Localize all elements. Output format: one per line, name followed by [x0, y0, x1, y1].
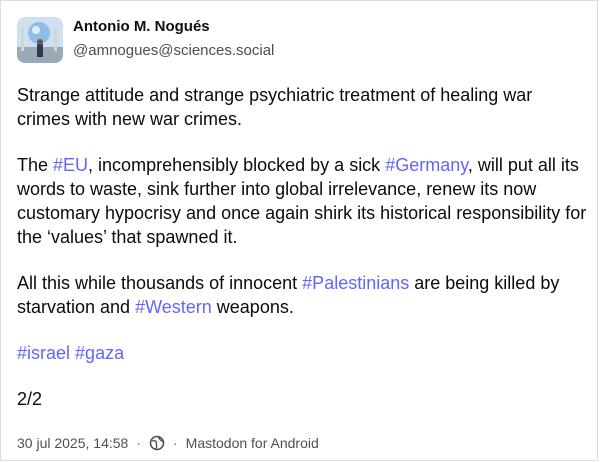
handle[interactable]: @amnogues@sciences.social — [73, 42, 274, 60]
post-meta: 30 jul 2025, 14:58 · · Mastodon for Andr… — [17, 434, 319, 452]
author-names: Antonio M. Nogués @amnogues@sciences.soc… — [73, 17, 274, 60]
hashtag-western[interactable]: #Western — [135, 297, 212, 317]
timestamp[interactable]: 30 jul 2025, 14:58 — [17, 434, 128, 452]
paragraph-1: Strange attitude and strange psychiatric… — [17, 85, 533, 129]
hashtag-germany[interactable]: #Germany — [385, 155, 468, 175]
paragraph-4: #israel #gaza — [17, 341, 587, 365]
paragraph-5: 2/2 — [17, 389, 43, 409]
hashtag-israel[interactable]: #israel — [17, 343, 70, 363]
globe-icon — [149, 435, 165, 451]
post-card: Antonio M. Nogués @amnogues@sciences.soc… — [0, 0, 598, 461]
paragraph-2: The #EU, incomprehensibly blocked by a s… — [17, 153, 587, 249]
post-content: Strange attitude and strange psychiatric… — [17, 83, 587, 433]
text: weapons. — [211, 297, 294, 317]
text: All this while thousands of innocent — [17, 273, 303, 293]
separator: · — [136, 435, 141, 451]
client-name: Mastodon for Android — [185, 435, 319, 451]
text: The — [17, 155, 54, 175]
avatar[interactable] — [17, 17, 63, 63]
hashtag-eu[interactable]: #EU — [53, 155, 88, 175]
text: , incomprehensibly blocked by a sick — [88, 155, 386, 175]
hashtag-palestinians[interactable]: #Palestinians — [302, 273, 409, 293]
paragraph-3: All this while thousands of innocent #Pa… — [17, 271, 587, 319]
separator: · — [173, 435, 178, 451]
display-name[interactable]: Antonio M. Nogués — [73, 18, 274, 36]
post-header: Antonio M. Nogués @amnogues@sciences.soc… — [17, 17, 274, 63]
hashtag-gaza[interactable]: #gaza — [75, 343, 124, 363]
avatar-image — [17, 17, 63, 63]
